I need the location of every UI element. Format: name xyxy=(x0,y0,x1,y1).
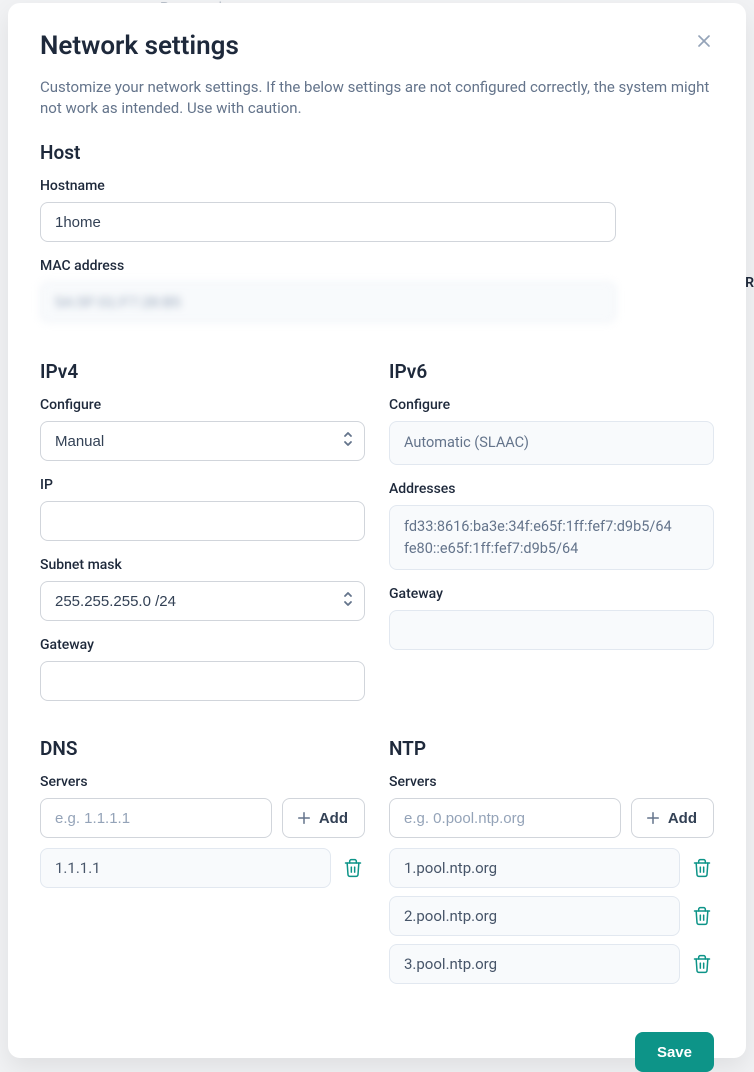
ntp-delete-button[interactable] xyxy=(690,904,714,928)
ipv6-title: IPv6 xyxy=(389,360,714,383)
trash-icon xyxy=(692,954,712,974)
dns-servers-label: Servers xyxy=(40,774,365,790)
modal-title: Network settings xyxy=(40,31,714,61)
host-section: Host Hostname MAC address xyxy=(40,141,714,338)
dns-title: DNS xyxy=(40,737,365,760)
ntp-title: NTP xyxy=(389,737,714,760)
ipv4-configure-label: Configure xyxy=(40,397,365,413)
ipv6-gateway-label: Gateway xyxy=(389,586,714,602)
modal-header: Network settings Customize your network … xyxy=(40,31,714,141)
plus-icon xyxy=(644,809,662,827)
dns-add-button[interactable]: Add xyxy=(282,798,365,838)
trash-icon xyxy=(343,858,363,878)
ipv4-gateway-input[interactable] xyxy=(40,661,365,701)
ipv6-address-line: fd33:8616:ba3e:34f:e65f:1ff:fef7:d9b5/64 xyxy=(404,516,699,538)
dns-section: DNS Servers Add 1.1.1.1 xyxy=(40,737,365,992)
ipv4-section: IPv4 Configure Manual IP Subnet mask xyxy=(40,360,365,717)
ipv6-address-line: fe80::e65f:1ff:fef7:d9b5/64 xyxy=(404,538,699,560)
ipv4-ip-input[interactable] xyxy=(40,501,365,541)
backdrop-column-header: R xyxy=(745,275,754,291)
ntp-servers-label: Servers xyxy=(389,774,714,790)
ntp-server-item: 1.pool.ntp.org xyxy=(389,848,714,888)
trash-icon xyxy=(692,906,712,926)
ipv4-gateway-label: Gateway xyxy=(40,637,365,653)
ntp-server-input[interactable] xyxy=(389,798,621,838)
ipv4-ip-label: IP xyxy=(40,477,365,493)
modal-footer: Save xyxy=(40,1012,714,1072)
hostname-input[interactable] xyxy=(40,202,616,242)
dns-server-input[interactable] xyxy=(40,798,272,838)
add-button-label: Add xyxy=(668,810,697,827)
ipv6-addresses-label: Addresses xyxy=(389,481,714,497)
ipv6-configure-value: Automatic (SLAAC) xyxy=(389,421,714,465)
dns-server-item: 1.1.1.1 xyxy=(40,848,365,888)
ntp-server-value: 2.pool.ntp.org xyxy=(389,896,680,936)
trash-icon xyxy=(692,858,712,878)
ipv4-subnet-select[interactable]: 255.255.255.0 /24 xyxy=(40,581,365,621)
hostname-label: Hostname xyxy=(40,178,714,194)
ipv6-section: IPv6 Configure Automatic (SLAAC) Address… xyxy=(389,360,714,717)
modal-subtitle: Customize your network settings. If the … xyxy=(40,77,714,119)
add-button-label: Add xyxy=(319,810,348,827)
ntp-server-item: 2.pool.ntp.org xyxy=(389,896,714,936)
ipv6-gateway-value xyxy=(389,610,714,650)
ntp-delete-button[interactable] xyxy=(690,856,714,880)
ipv6-configure-label: Configure xyxy=(389,397,714,413)
ntp-server-item: 3.pool.ntp.org xyxy=(389,944,714,984)
ntp-server-value: 3.pool.ntp.org xyxy=(389,944,680,984)
ntp-add-button[interactable]: Add xyxy=(631,798,714,838)
dns-delete-button[interactable] xyxy=(341,856,365,880)
close-icon xyxy=(694,31,714,51)
ipv4-title: IPv4 xyxy=(40,360,365,383)
ntp-server-value: 1.pool.ntp.org xyxy=(389,848,680,888)
ipv4-configure-select[interactable]: Manual xyxy=(40,421,365,461)
mac-label: MAC address xyxy=(40,258,714,274)
mac-input xyxy=(40,282,616,322)
ipv6-addresses-box: fd33:8616:ba3e:34f:e65f:1ff:fef7:d9b5/64… xyxy=(389,505,714,571)
host-title: Host xyxy=(40,141,714,164)
ntp-delete-button[interactable] xyxy=(690,952,714,976)
plus-icon xyxy=(295,809,313,827)
dns-server-value: 1.1.1.1 xyxy=(40,848,331,888)
network-settings-modal: Network settings Customize your network … xyxy=(8,3,746,1058)
close-button[interactable] xyxy=(692,29,716,53)
ntp-section: NTP Servers Add 1.pool.ntp.org 2.pool.nt… xyxy=(389,737,714,992)
save-button[interactable]: Save xyxy=(635,1032,714,1072)
ipv4-subnet-label: Subnet mask xyxy=(40,557,365,573)
